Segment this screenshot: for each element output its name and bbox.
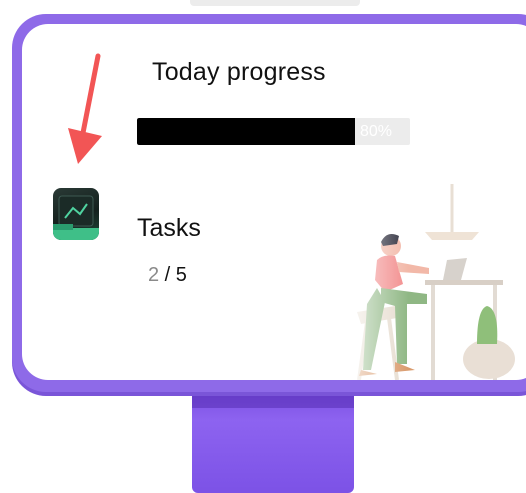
arrow-pointer-icon: [68, 53, 102, 164]
progress-percent-label: 80%: [359, 123, 392, 140]
monitor-mockup: Today progress 80% Tasks 2 / 5: [0, 0, 526, 493]
app-icon-graphic: [53, 195, 99, 240]
app-icon[interactable]: [53, 188, 99, 240]
tasks-heading: Tasks: [137, 214, 201, 242]
top-edge: [190, 0, 360, 6]
illustration-fade: [337, 184, 526, 380]
person-working-at-desk-illustration: [337, 184, 526, 380]
arrow-shaft: [79, 53, 101, 141]
progress-bar-fill: [137, 118, 356, 145]
arrow-head: [68, 128, 102, 164]
tasks-done-count: 2: [148, 264, 160, 286]
tasks-count: 2 / 5: [148, 264, 187, 287]
tasks-total-count: 5: [175, 264, 187, 286]
progress-bar: 80%: [137, 118, 410, 145]
tasks-separator: /: [159, 264, 176, 286]
page-title: Today progress: [152, 58, 326, 86]
